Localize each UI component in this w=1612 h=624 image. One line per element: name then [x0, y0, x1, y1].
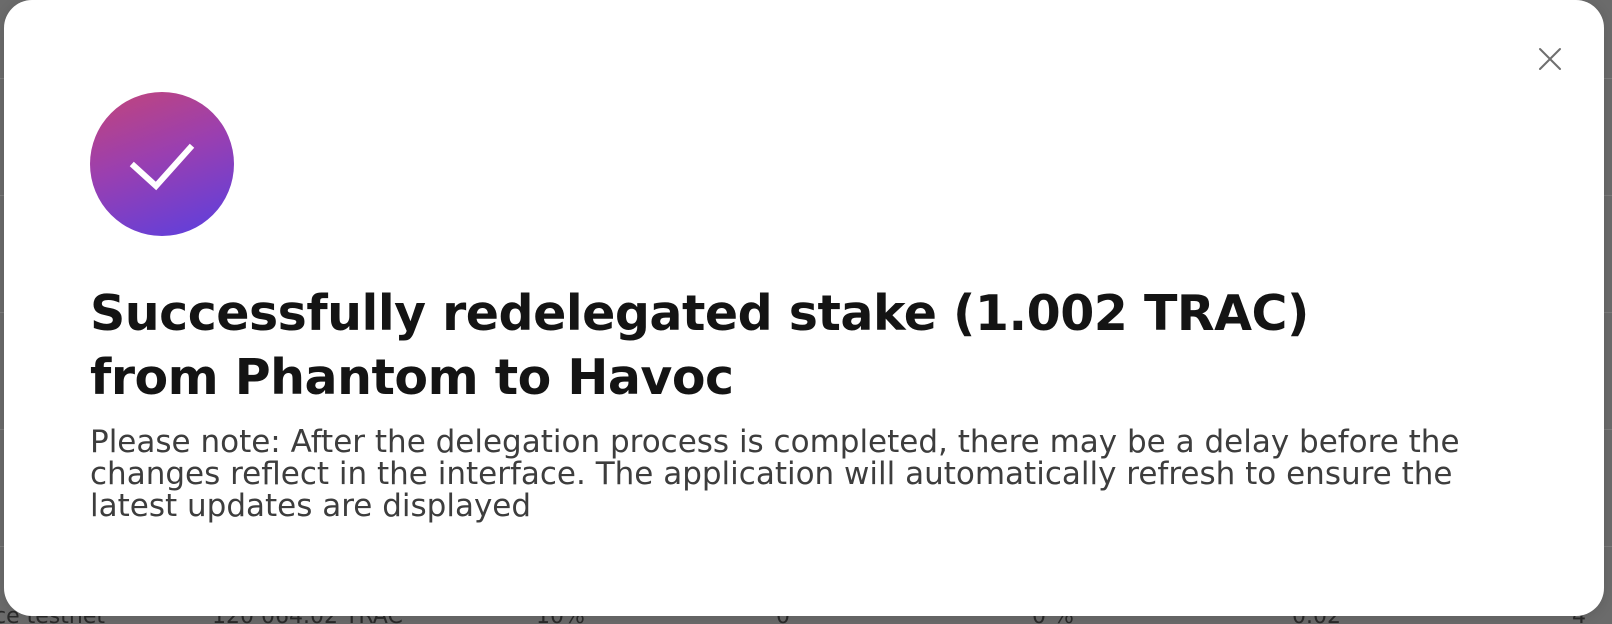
checkmark-icon — [129, 143, 195, 191]
modal-title: Successfully redelegated stake (1.002 TR… — [90, 285, 1309, 406]
success-modal: Successfully redelegated stake (1.002 TR… — [4, 0, 1604, 616]
close-button[interactable] — [1535, 44, 1565, 74]
modal-note: Please note: After the delegation proces… — [90, 424, 1460, 524]
success-badge — [90, 92, 234, 236]
close-icon — [1539, 48, 1561, 70]
